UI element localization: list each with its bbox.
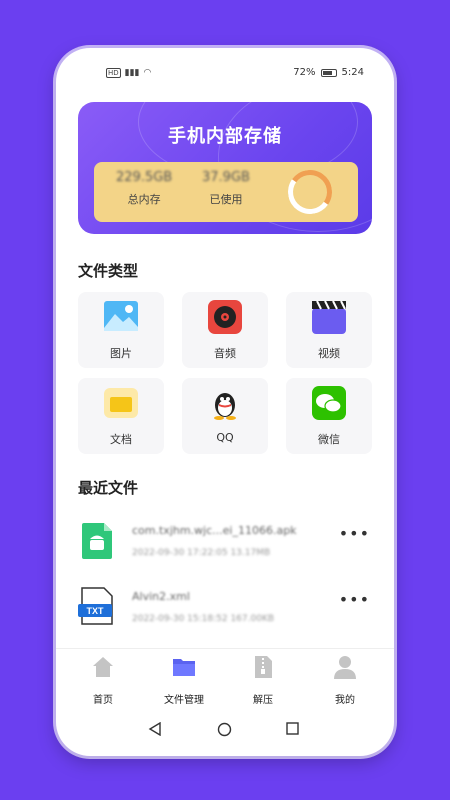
system-nav-bar [56,712,394,748]
tab-label: 首页 [93,695,113,706]
battery-percent: 72% [293,67,316,78]
tab-label: 解压 [253,695,273,706]
file-type-document[interactable]: 文档 [78,378,164,454]
txt-icon: TXT [78,587,113,625]
qq-icon [214,393,236,420]
bottom-tab-bar: 首页 文件管理 解压 我的 [56,648,394,710]
file-type-wechat[interactable]: 微信 [286,378,372,454]
recent-files-title: 最近文件 [78,479,139,497]
file-type-label: 图片 [110,347,132,360]
file-type-audio[interactable]: 音频 [182,292,268,368]
txt-icon-label: TXT [87,606,105,616]
file-type-image[interactable]: 图片 [78,292,164,368]
storage-summary: 229.5GB 总内存 37.9GB 已使用 [94,162,358,222]
storage-card[interactable]: 手机内部存储 229.5GB 总内存 37.9GB 已使用 [78,102,372,234]
tab-label: 我的 [335,695,355,706]
file-type-video[interactable]: 视频 [286,292,372,368]
status-right: 72% 5:24 [293,67,364,78]
tab-unzip[interactable]: 解压 [228,655,298,706]
home-icon [93,657,113,677]
music-icon [208,300,242,334]
back-icon[interactable] [148,722,162,736]
file-name: com.txjhm.wjc...ei_11066.apk [132,524,297,537]
total-memory: 229.5GB 总内存 [116,170,172,207]
tab-label: 文件管理 [164,695,204,706]
file-type-qq[interactable]: QQ [182,378,268,454]
image-icon [104,301,138,331]
user-icon [334,656,356,679]
storage-title: 手机内部存储 [168,126,282,147]
file-type-label: QQ [216,431,234,444]
tab-profile[interactable]: 我的 [310,655,380,706]
signal-icon: ▮▮▮ [124,68,140,78]
tab-file-manager[interactable]: 文件管理 [149,655,219,706]
phone-frame: HD ▮▮▮ ◠ 72% 5:24 手机内部存储 229.5GB 总内存 37.… [56,48,394,756]
hd-icon: HD [106,68,121,78]
folder-icon [104,388,138,418]
list-item[interactable]: TXT Alvin2.xml 2022-09-30 15:18:52 167.0… [78,584,372,644]
usage-ring [284,166,336,218]
battery-icon [320,68,337,77]
list-item[interactable]: com.txjhm.wjc...ei_11066.apk 2022-09-30 … [78,518,372,578]
used-memory-label: 已使用 [209,193,243,206]
file-name: Alvin2.xml [132,590,190,603]
status-bar: HD ▮▮▮ ◠ 72% 5:24 [56,64,394,84]
tab-home[interactable]: 首页 [68,655,138,706]
used-memory: 37.9GB 已使用 [202,170,250,207]
file-type-label: 文档 [110,433,132,446]
home-nav-icon[interactable] [217,722,232,737]
file-meta: 2022-09-30 15:18:52 167.00KB [132,614,275,624]
file-type-label: 微信 [318,433,340,446]
used-memory-value: 37.9GB [202,170,250,185]
zip-icon [255,656,272,678]
file-type-label: 音频 [214,347,236,360]
file-meta: 2022-09-30 17:22:05 13.17MB [132,548,271,558]
total-memory-value: 229.5GB [116,170,173,185]
total-memory-label: 总内存 [127,193,161,206]
video-icon [312,300,346,334]
apk-icon [82,523,112,559]
more-options-icon[interactable]: ••• [339,524,370,543]
more-options-icon[interactable]: ••• [339,590,370,609]
wifi-icon: ◠ [143,68,152,78]
wechat-icon [312,386,346,420]
status-left: HD ▮▮▮ ◠ [106,68,151,78]
file-types-title: 文件类型 [78,262,139,280]
clock: 5:24 [341,67,364,78]
folder-icon [173,659,195,676]
file-type-label: 视频 [318,347,340,360]
recents-icon[interactable] [286,722,299,735]
